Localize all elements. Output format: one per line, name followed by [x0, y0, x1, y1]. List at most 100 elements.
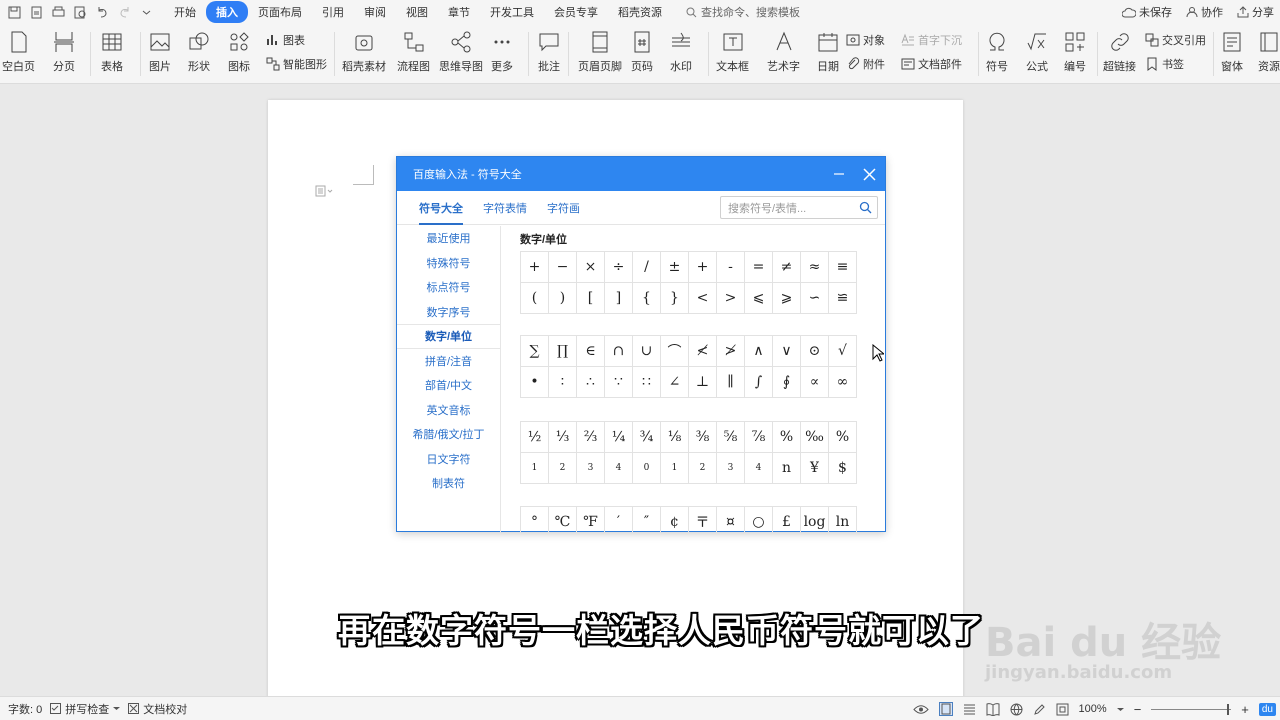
symbol-cell[interactable]: ¥: [801, 453, 829, 484]
tab-member[interactable]: 会员专享: [544, 1, 608, 23]
zoom-in-button[interactable]: +: [1241, 702, 1249, 717]
dropcap-button[interactable]: 首字下沉: [901, 32, 962, 48]
resources-button[interactable]: 资源: [1257, 30, 1280, 74]
undo-icon[interactable]: [94, 4, 110, 20]
category-item[interactable]: 数字序号: [397, 300, 500, 325]
symbol-cell[interactable]: ]: [605, 283, 633, 314]
tab-developer[interactable]: 开发工具: [480, 1, 544, 23]
symbol-cell[interactable]: ∶: [549, 367, 577, 398]
textbox-button[interactable]: 文本框: [716, 30, 749, 74]
symbol-cell[interactable]: +: [521, 252, 549, 283]
symbol-cell[interactable]: ≯: [717, 336, 745, 367]
symbol-cell[interactable]: √: [829, 336, 857, 367]
tab-daoke[interactable]: 稻壳资源: [608, 1, 672, 23]
chart-button[interactable]: 图表: [266, 32, 305, 48]
zoom-slider[interactable]: [1151, 703, 1232, 715]
chevron-down-icon[interactable]: [138, 4, 154, 20]
minimize-button[interactable]: [831, 166, 847, 182]
symbol-cell[interactable]: [: [577, 283, 605, 314]
symbol-cell[interactable]: ⩽: [745, 283, 773, 314]
tab-review[interactable]: 审阅: [354, 1, 396, 23]
tab-section[interactable]: 章节: [438, 1, 480, 23]
tab-insert[interactable]: 插入: [206, 1, 248, 23]
web-view-icon[interactable]: [1010, 703, 1023, 716]
symbol-cell[interactable]: ⅛: [661, 422, 689, 453]
symbol-cell[interactable]: log: [801, 507, 829, 532]
symbol-cell[interactable]: ‰: [801, 422, 829, 453]
symbol-cell[interactable]: ∥: [717, 367, 745, 398]
symbol-cell[interactable]: 4: [605, 453, 633, 484]
symbol-cell[interactable]: ∵: [605, 367, 633, 398]
symbol-cell[interactable]: ¾: [633, 422, 661, 453]
redo-icon[interactable]: [116, 4, 132, 20]
symbol-cell[interactable]: 1: [521, 453, 549, 484]
symbol-cell[interactable]: ⊥: [689, 367, 717, 398]
symbol-cell[interactable]: ⅜: [689, 422, 717, 453]
zoom-out-button[interactable]: −: [1134, 702, 1142, 717]
symbol-cell[interactable]: ⅔: [577, 422, 605, 453]
object-button[interactable]: 对象: [846, 32, 885, 48]
symbol-cell[interactable]: ÷: [605, 252, 633, 283]
symbol-cell[interactable]: ∽: [801, 283, 829, 314]
daoke-material-button[interactable]: 稻壳素材: [342, 30, 386, 74]
symbol-cell[interactable]: °: [521, 507, 549, 532]
symbol-cell[interactable]: ∮: [773, 367, 801, 398]
symbol-cell[interactable]: 0: [633, 453, 661, 484]
symbol-cell[interactable]: ○: [745, 507, 773, 532]
spellcheck-toggle[interactable]: 拼写检查: [50, 701, 121, 717]
symbol-cell[interactable]: •: [521, 367, 549, 398]
tab-references[interactable]: 引用: [312, 1, 354, 23]
symbol-cell[interactable]: <: [689, 283, 717, 314]
symbol-cell[interactable]: ″: [633, 507, 661, 532]
doc-check-button[interactable]: 文档校对: [128, 701, 187, 717]
category-item[interactable]: 数字/单位: [397, 324, 500, 349]
symbol-cell[interactable]: ∧: [745, 336, 773, 367]
symbol-cell[interactable]: 4: [745, 453, 773, 484]
export-pdf-icon[interactable]: [28, 4, 44, 20]
symbol-cell[interactable]: ∞: [829, 367, 857, 398]
category-item[interactable]: 部首/中文: [397, 373, 500, 398]
tab-view[interactable]: 视图: [396, 1, 438, 23]
symbol-cell[interactable]: ): [549, 283, 577, 314]
symbol-cell[interactable]: (: [521, 283, 549, 314]
symbol-cell[interactable]: 2: [549, 453, 577, 484]
picture-button[interactable]: 图片: [148, 30, 172, 74]
symbol-cell[interactable]: 3: [577, 453, 605, 484]
symbol-cell[interactable]: ⩾: [773, 283, 801, 314]
more-button[interactable]: 更多: [490, 30, 514, 74]
print-preview-icon[interactable]: [72, 4, 88, 20]
wordart-button[interactable]: 艺术字: [767, 30, 800, 74]
doc-parts-button[interactable]: 文档部件: [901, 56, 962, 72]
word-count[interactable]: 字数: 0: [8, 701, 42, 717]
share-button[interactable]: 分享: [1237, 4, 1274, 20]
formula-button[interactable]: 公式: [1025, 30, 1049, 74]
tab-page-layout[interactable]: 页面布局: [248, 1, 312, 23]
tab-symbols[interactable]: 符号大全: [409, 191, 473, 225]
close-button[interactable]: [861, 166, 877, 182]
symbol-cell[interactable]: ℉: [577, 507, 605, 532]
category-item[interactable]: 英文音标: [397, 398, 500, 423]
category-item[interactable]: 希腊/俄文/拉丁: [397, 422, 500, 447]
symbol-cell[interactable]: %: [829, 422, 857, 453]
symbol-button[interactable]: 符号: [985, 30, 1009, 74]
symbol-cell[interactable]: ∫: [745, 367, 773, 398]
mindmap-button[interactable]: 思维导图: [439, 30, 483, 74]
unsaved-button[interactable]: 未保存: [1122, 4, 1172, 20]
symbol-cell[interactable]: ×: [577, 252, 605, 283]
outline-view-icon[interactable]: [963, 703, 976, 716]
symbol-cell[interactable]: 3: [717, 453, 745, 484]
symbol-cell[interactable]: ∑: [521, 336, 549, 367]
category-item[interactable]: 特殊符号: [397, 251, 500, 276]
chevron-down-icon[interactable]: [1116, 706, 1124, 713]
header-footer-button[interactable]: 页眉页脚: [578, 30, 622, 74]
symbol-cell[interactable]: −: [549, 252, 577, 283]
attachment-button[interactable]: 附件: [846, 56, 885, 72]
symbol-cell[interactable]: /: [633, 252, 661, 283]
window-form-button[interactable]: 窗体: [1220, 30, 1244, 74]
symbol-cell[interactable]: }: [661, 283, 689, 314]
blank-page-button[interactable]: 空白页: [2, 30, 35, 74]
tab-char-art[interactable]: 字符画: [537, 191, 590, 225]
symbol-cell[interactable]: ∠: [661, 367, 689, 398]
smart-art-button[interactable]: 智能图形: [266, 56, 327, 72]
symbol-cell[interactable]: +: [689, 252, 717, 283]
